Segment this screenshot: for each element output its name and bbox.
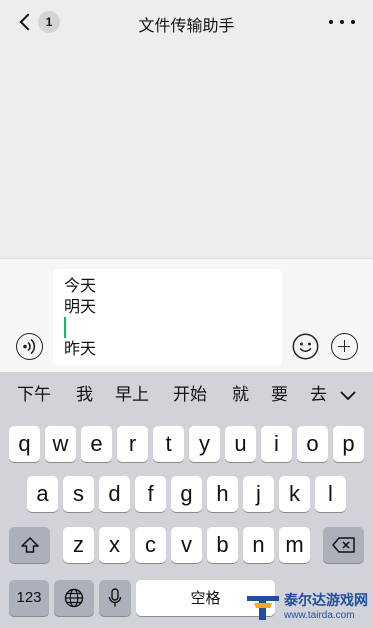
- key-q[interactable]: q: [9, 426, 40, 462]
- candidate-word[interactable]: 早上: [115, 384, 149, 406]
- emoji-button[interactable]: [292, 333, 319, 360]
- dot: [351, 20, 355, 24]
- watermark-logo-icon: [247, 596, 279, 620]
- key-y[interactable]: y: [189, 426, 220, 462]
- chat-area[interactable]: [0, 44, 373, 258]
- candidate-word[interactable]: 去: [310, 384, 327, 406]
- shift-icon: [20, 537, 39, 553]
- candidate-word[interactable]: 下午: [17, 384, 51, 406]
- candidate-word[interactable]: 要: [271, 384, 288, 406]
- key-c[interactable]: c: [135, 527, 166, 563]
- numbers-key[interactable]: 123: [9, 580, 49, 616]
- text-caret: [64, 317, 66, 338]
- key-r[interactable]: r: [117, 426, 148, 462]
- caret-line: [64, 317, 271, 338]
- key-w[interactable]: w: [45, 426, 76, 462]
- delete-key[interactable]: [323, 527, 364, 563]
- watermark: 泰尔达游戏网 www.tairda.com: [244, 586, 373, 628]
- candidate-word[interactable]: 开始: [173, 384, 207, 406]
- smiley-icon: [292, 333, 319, 360]
- input-bar: 今天 明天 昨天: [0, 258, 373, 372]
- dot: [329, 20, 333, 24]
- microphone-icon: [108, 588, 122, 607]
- input-line: 今天: [64, 276, 97, 295]
- candidate-word[interactable]: 我: [76, 384, 93, 406]
- message-input[interactable]: 今天 明天 昨天: [53, 269, 282, 366]
- candidate-bar: 下午 我 早上 开始 就 要 去: [0, 372, 373, 418]
- plus-button[interactable]: [331, 333, 358, 360]
- more-button[interactable]: [329, 10, 355, 34]
- voice-icon: [22, 338, 35, 354]
- key-n[interactable]: n: [243, 527, 274, 563]
- key-s[interactable]: s: [63, 476, 94, 512]
- watermark-url: www.tairda.com: [284, 609, 355, 621]
- key-b[interactable]: b: [207, 527, 238, 563]
- input-line: 昨天: [64, 339, 97, 358]
- dictation-key[interactable]: [99, 580, 131, 616]
- key-x[interactable]: x: [99, 527, 130, 563]
- key-e[interactable]: e: [81, 426, 112, 462]
- nav-bar: 1 文件传输助手: [0, 0, 373, 44]
- key-g[interactable]: g: [171, 476, 202, 512]
- backspace-icon: [331, 537, 355, 553]
- candidate-word[interactable]: 就: [232, 384, 249, 406]
- key-l[interactable]: l: [315, 476, 346, 512]
- shift-key[interactable]: [9, 527, 50, 563]
- key-u[interactable]: u: [225, 426, 256, 462]
- key-a[interactable]: a: [27, 476, 58, 512]
- key-d[interactable]: d: [99, 476, 130, 512]
- chat-title: 文件传输助手: [138, 16, 235, 35]
- key-p[interactable]: p: [333, 426, 364, 462]
- key-t[interactable]: t: [153, 426, 184, 462]
- key-f[interactable]: f: [135, 476, 166, 512]
- input-line: 明天: [64, 297, 97, 316]
- key-j[interactable]: j: [243, 476, 274, 512]
- expand-candidates-button[interactable]: [331, 378, 365, 412]
- key-i[interactable]: i: [261, 426, 292, 462]
- key-k[interactable]: k: [279, 476, 310, 512]
- globe-key[interactable]: [54, 580, 94, 616]
- watermark-brand: 泰尔达游戏网: [284, 592, 368, 609]
- key-m[interactable]: m: [279, 527, 310, 563]
- globe-icon: [64, 588, 84, 608]
- voice-button[interactable]: [16, 333, 43, 360]
- key-v[interactable]: v: [171, 527, 202, 563]
- chevron-down-icon: [340, 391, 356, 401]
- key-z[interactable]: z: [63, 527, 94, 563]
- dot: [340, 20, 344, 24]
- key-o[interactable]: o: [297, 426, 328, 462]
- key-h[interactable]: h: [207, 476, 238, 512]
